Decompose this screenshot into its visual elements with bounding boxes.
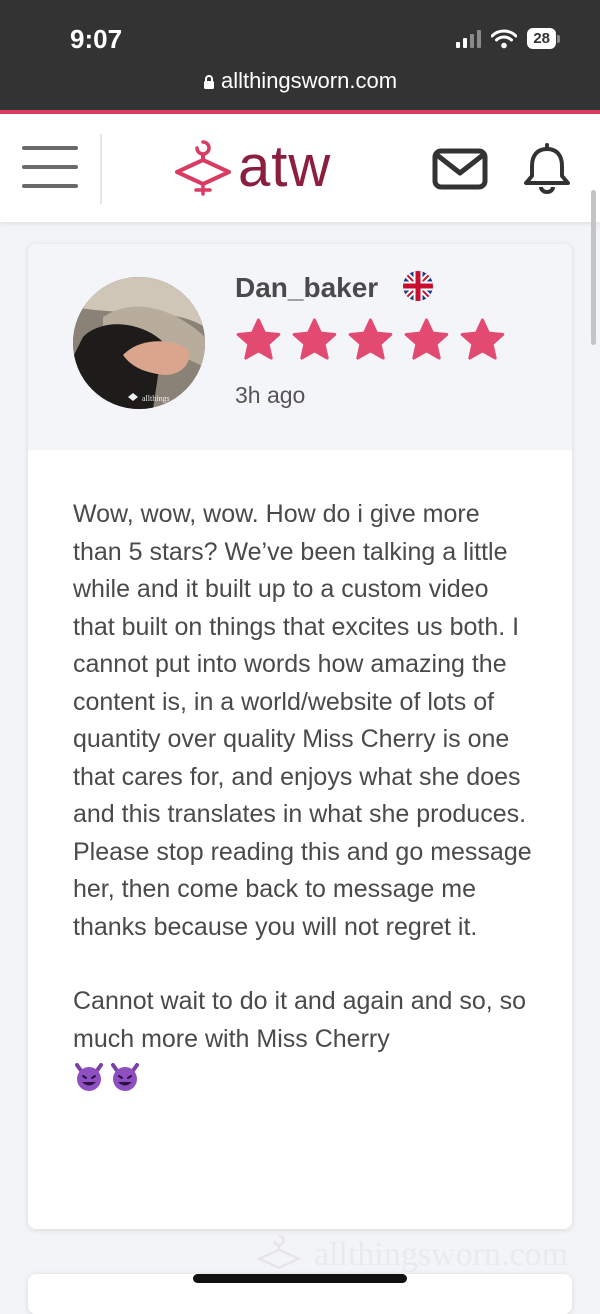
cellular-signal-icon — [456, 29, 482, 48]
logo-text: atw — [238, 134, 332, 199]
status-bar: 9:07 28 allthingsworn.com — [0, 0, 600, 110]
reviewer-username[interactable]: Dan_baker — [235, 272, 378, 304]
star-icon — [404, 318, 449, 360]
review-paragraph: Wow, wow, wow. How do i give more than 5… — [73, 500, 532, 941]
svg-text:allthings: allthings — [142, 394, 170, 403]
watermark-text: allthingsworn.com — [314, 1236, 569, 1273]
lock-icon — [203, 75, 214, 90]
review-paragraph: Cannot wait to do it and again and so, s… — [73, 987, 527, 1053]
star-icon — [460, 318, 505, 360]
star-icon — [292, 318, 337, 360]
battery-level: 28 — [527, 28, 556, 49]
mail-icon[interactable] — [432, 148, 488, 190]
avatar[interactable]: allthings — [73, 277, 205, 409]
scrollbar[interactable] — [591, 190, 596, 345]
smiling-devil-emoji — [75, 1063, 103, 1092]
system-icons: 28 — [456, 28, 560, 49]
uk-flag-icon — [403, 271, 433, 301]
watermark: allthingsworn.com — [252, 1230, 592, 1280]
url-text: allthingsworn.com — [220, 68, 398, 93]
home-indicator[interactable] — [193, 1274, 407, 1283]
star-icon — [348, 318, 393, 360]
site-logo[interactable]: atw — [172, 138, 331, 196]
site-header: atw — [0, 114, 600, 222]
review-time: 3h ago — [235, 382, 306, 408]
status-time: 9:07 — [70, 24, 123, 54]
smiling-devil-emoji — [111, 1063, 139, 1092]
review-body: Wow, wow, wow. How do i give more than 5… — [73, 496, 533, 1096]
review-header: allthings Dan_baker 3h ago — [28, 244, 572, 450]
wifi-icon — [491, 29, 518, 48]
review-card: allthings Dan_baker 3h ago Wow, wow, wow… — [28, 244, 572, 1229]
battery-icon: 28 — [527, 28, 560, 49]
star-icon — [236, 318, 281, 360]
avatar-photo: allthings — [73, 277, 205, 409]
bell-icon[interactable] — [522, 142, 572, 194]
hanger-watermark-icon — [256, 1234, 302, 1270]
nav-divider — [100, 134, 102, 204]
emoji-row — [73, 1062, 145, 1092]
star-rating — [235, 317, 506, 364]
address-bar[interactable]: allthingsworn.com — [0, 68, 600, 94]
hanger-logo-icon — [175, 140, 231, 196]
menu-icon[interactable] — [22, 146, 78, 192]
